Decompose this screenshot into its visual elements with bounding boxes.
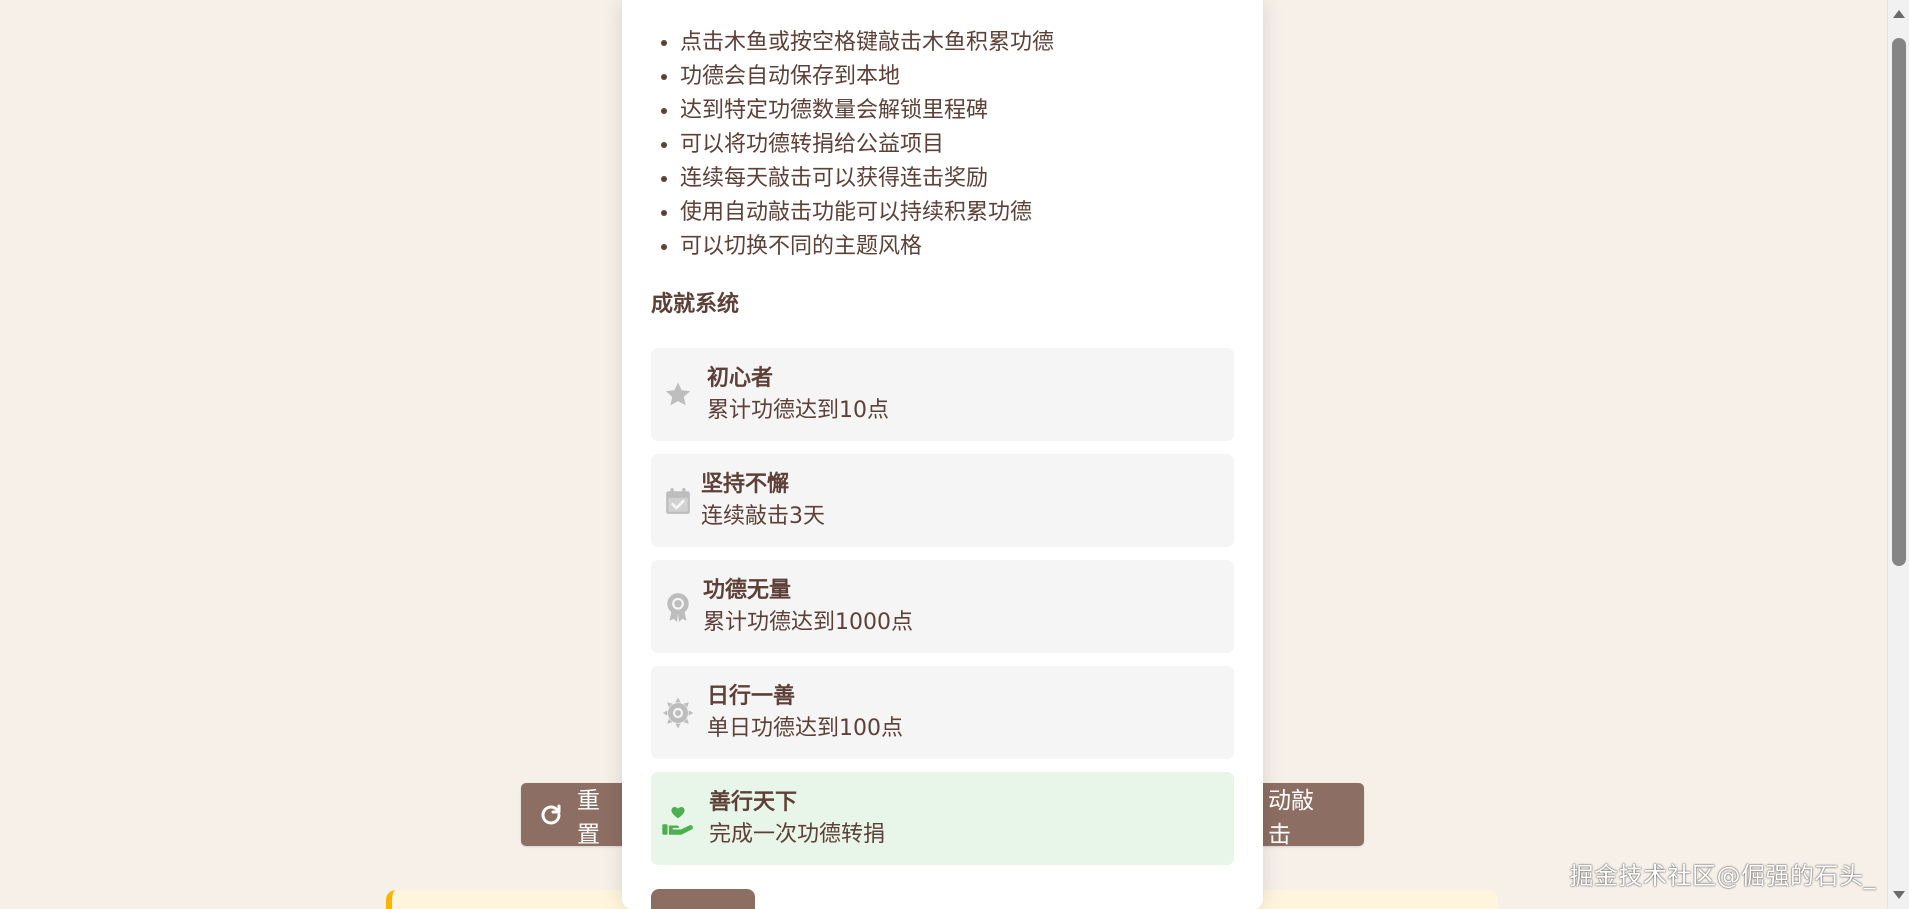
- achievement-card: 日行一善 单日功德达到100点: [651, 666, 1234, 759]
- award-icon: [661, 590, 695, 624]
- rules-list-item: 功德会自动保存到本地: [680, 60, 1263, 94]
- calendar-check-icon: [661, 484, 695, 518]
- achievement-desc: 累计功德达到1000点: [703, 609, 913, 635]
- rules-list-item: 连续每天敲击可以获得连击奖励: [680, 162, 1263, 196]
- achievement-name: 功德无量: [703, 577, 792, 603]
- achievement-desc: 连续敲击3天: [701, 503, 825, 529]
- achievement-card: 功德无量 累计功德达到1000点: [651, 560, 1234, 653]
- reset-button[interactable]: 重置: [521, 783, 631, 848]
- modal-close-button[interactable]: [651, 889, 755, 909]
- scrollbar[interactable]: [1887, 0, 1909, 909]
- refresh-icon: [539, 803, 563, 827]
- hand-holding-heart-icon: [661, 802, 695, 836]
- achievements-list: 初心者 累计功德达到10点 坚持不懈 连续敲击3天 功德无量 累计功德达到100…: [622, 348, 1263, 865]
- achievement-card: 善行天下 完成一次功德转捐: [651, 772, 1234, 865]
- achievement-card: 初心者 累计功德达到10点: [651, 348, 1234, 441]
- rules-list-item: 使用自动敲击功能可以持续积累功德: [680, 196, 1263, 230]
- watermark: 掘金技术社区@倔强的石头_: [1569, 862, 1876, 890]
- achievement-name: 坚持不懈: [701, 471, 790, 497]
- achievement-name: 初心者: [707, 365, 774, 391]
- reset-button-label: 重置: [577, 787, 600, 848]
- rules-list: 点击木鱼或按空格键敲击木鱼积累功德 功德会自动保存到本地 达到特定功德数量会解锁…: [622, 0, 1263, 264]
- scrollbar-thumb[interactable]: [1892, 38, 1906, 566]
- star-icon: [661, 378, 695, 412]
- page: 重置 动敲击 点击木鱼或按空格键敲击木鱼积累功德 功德会自动保存到本地 达到特定…: [0, 0, 1909, 909]
- auto-tap-button-label: 动敲击: [1268, 787, 1314, 848]
- achievements-title: 成就系统: [651, 292, 740, 317]
- auto-tap-button[interactable]: 动敲击: [1250, 783, 1364, 848]
- rules-list-item: 可以将功德转捐给公益项目: [680, 128, 1263, 162]
- achievement-name: 日行一善: [707, 683, 796, 709]
- scroll-up-arrow-icon[interactable]: [1893, 10, 1905, 18]
- help-modal: 点击木鱼或按空格键敲击木鱼积累功德 功德会自动保存到本地 达到特定功德数量会解锁…: [622, 0, 1263, 909]
- achievement-desc: 累计功德达到10点: [707, 397, 889, 423]
- achievement-name: 善行天下: [709, 789, 798, 815]
- rules-list-item: 可以切换不同的主题风格: [680, 230, 1263, 264]
- achievement-desc: 单日功德达到100点: [707, 715, 903, 741]
- achievement-desc: 完成一次功德转捐: [709, 821, 886, 847]
- rules-list-item: 达到特定功德数量会解锁里程碑: [680, 94, 1263, 128]
- scroll-down-arrow-icon[interactable]: [1893, 891, 1905, 899]
- sun-icon: [661, 696, 695, 730]
- achievement-card: 坚持不懈 连续敲击3天: [651, 454, 1234, 547]
- rules-list-item: 点击木鱼或按空格键敲击木鱼积累功德: [680, 26, 1263, 60]
